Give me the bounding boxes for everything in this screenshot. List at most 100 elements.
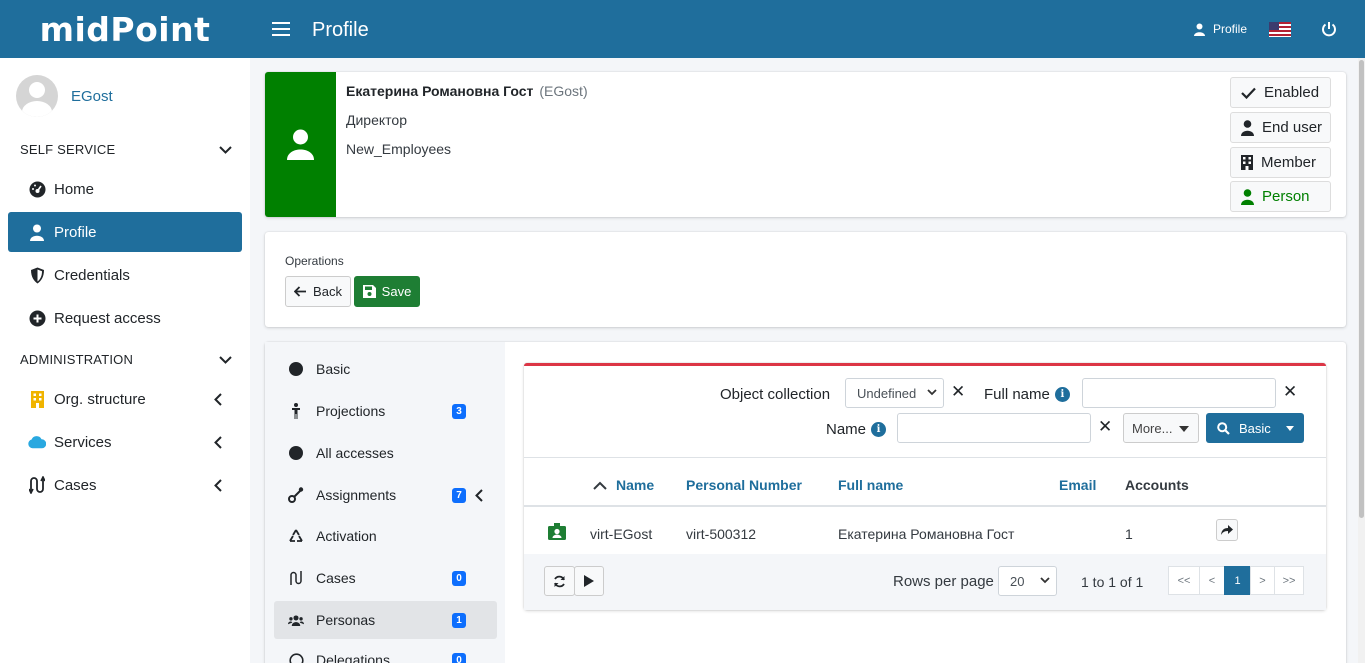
power-icon[interactable]	[1321, 21, 1337, 37]
column-header-name[interactable]: Name	[593, 477, 654, 493]
plus-circle-icon	[28, 309, 46, 327]
tab-label: All accesses	[316, 445, 394, 461]
tab-label: Personas	[316, 612, 376, 628]
sidebar-item-label: Org. structure	[54, 390, 146, 408]
recycle-icon	[288, 529, 304, 544]
pager-page-1[interactable]: 1	[1224, 566, 1251, 595]
object-collection-select[interactable]: Undefined	[845, 378, 944, 408]
name-label: Name i	[826, 421, 887, 438]
operations-label: Operations	[285, 254, 344, 268]
avatar	[16, 75, 58, 117]
circle-icon	[288, 362, 304, 376]
column-header-full-name[interactable]: Full name	[838, 477, 903, 493]
top-profile-label: Profile	[1212, 22, 1247, 36]
sidebar-item-services[interactable]: Services	[8, 422, 242, 462]
basic-label: Basic	[1239, 420, 1271, 436]
badge-label: Enabled	[1264, 84, 1320, 101]
sidebar-item-credentials[interactable]: Credentials	[8, 255, 242, 295]
tab-basic[interactable]: Basic	[274, 350, 497, 388]
us-flag-icon[interactable]	[1269, 21, 1291, 37]
column-label: Name	[616, 477, 655, 493]
more-filters-button[interactable]: More...	[1123, 413, 1199, 443]
basic-search-button[interactable]: Basic	[1206, 413, 1304, 443]
end-user-badge[interactable]: End user	[1230, 112, 1331, 143]
nav-header-self-service[interactable]: SELF SERVICE	[20, 142, 232, 157]
shield-icon	[28, 266, 46, 284]
sidebar: EGost SELF SERVICE Home Profile Credenti…	[0, 58, 250, 663]
building-icon	[1241, 155, 1253, 170]
top-profile-link[interactable]: Profile	[1193, 22, 1247, 36]
page-scrollbar[interactable]	[1358, 58, 1365, 663]
info-icon[interactable]: i	[871, 422, 887, 437]
full-name-input[interactable]	[1082, 378, 1276, 408]
chevron-left-icon	[214, 435, 222, 449]
check-icon	[1241, 87, 1256, 99]
tab-activation[interactable]: Activation	[274, 517, 497, 555]
sidebar-item-org-structure[interactable]: Org. structure	[8, 379, 242, 419]
tab-label: Projections	[316, 403, 386, 419]
cloud-icon	[28, 433, 46, 451]
sidebar-item-profile[interactable]: Profile	[8, 212, 242, 252]
rows-per-page-select[interactable]: 20	[998, 566, 1057, 596]
tab-delegations[interactable]: Delegations 0	[274, 641, 497, 663]
sidebar-item-label: Home	[54, 180, 95, 198]
pager-next[interactable]: >	[1250, 566, 1275, 595]
cell-name[interactable]: virt-EGost	[590, 526, 652, 542]
sidebar-item-request-access[interactable]: Request access	[8, 298, 242, 338]
scrollbar-thumb[interactable]	[1359, 60, 1364, 518]
chevron-left-icon	[214, 478, 222, 492]
member-badge[interactable]: Member	[1230, 147, 1331, 178]
pager-prev[interactable]: <	[1199, 566, 1225, 595]
info-icon[interactable]: i	[1054, 387, 1070, 402]
tab-projections[interactable]: Projections 3	[274, 392, 497, 430]
cell-accounts: 1	[1125, 526, 1133, 542]
badge-label: Member	[1261, 154, 1317, 171]
users-icon	[288, 614, 304, 627]
tab-assignments[interactable]: Assignments 7	[274, 476, 497, 514]
badge-label: Person	[1262, 188, 1310, 205]
clear-full-name-icon[interactable]: ✕	[1283, 382, 1297, 402]
object-collection-value: Undefined	[857, 385, 917, 401]
sidebar-user-name[interactable]: EGost	[71, 88, 113, 105]
tab-count-badge: 3	[452, 403, 466, 419]
object-name: Екатерина Романовна Гост (EGost)	[346, 83, 588, 99]
full-name-label-text: Full name	[984, 386, 1050, 403]
nav-header-label: SELF SERVICE	[20, 142, 116, 157]
more-label: More...	[1132, 420, 1173, 436]
column-header-personal-number[interactable]: Personal Number	[686, 477, 802, 493]
clear-name-icon[interactable]: ✕	[1098, 417, 1112, 437]
nav-header-administration[interactable]: ADMINISTRATION	[20, 352, 232, 367]
name-label-text: Name	[826, 421, 867, 438]
play-button[interactable]	[574, 566, 604, 596]
back-button[interactable]: Back	[285, 276, 351, 307]
refresh-button[interactable]	[544, 566, 575, 596]
sidebar-item-cases[interactable]: Cases	[8, 465, 242, 505]
column-header-email[interactable]: Email	[1059, 477, 1096, 493]
name-input[interactable]	[897, 413, 1091, 443]
pagination-range: 1 to 1 of 1	[1081, 574, 1144, 590]
tab-all-accesses[interactable]: All accesses	[274, 434, 497, 472]
pager-last[interactable]: >>	[1274, 566, 1304, 595]
sidebar-item-label: Request access	[54, 309, 161, 327]
enabled-badge[interactable]: Enabled	[1230, 77, 1331, 108]
cases-icon	[28, 476, 46, 494]
tab-label: Assignments	[316, 487, 397, 503]
chevron-down-icon	[1040, 577, 1050, 584]
sidebar-item-home[interactable]: Home	[8, 169, 242, 209]
user-panel[interactable]: EGost	[16, 75, 113, 117]
tab-label: Delegations	[316, 652, 390, 663]
pager-first[interactable]: <<	[1168, 566, 1200, 595]
save-button[interactable]: Save	[354, 276, 420, 307]
tab-personas[interactable]: Personas 1	[274, 601, 497, 639]
midpoint-logo[interactable]: midPoint	[0, 0, 250, 58]
tab-cases[interactable]: Cases 0	[274, 559, 497, 597]
circle-outline-icon	[288, 652, 304, 663]
arrow-left-icon	[294, 286, 307, 297]
cell-full-name: Екатерина Романовна Гост	[838, 526, 1015, 542]
user-icon	[1241, 188, 1254, 205]
row-action-button[interactable]	[1216, 519, 1238, 541]
object-type-icon-box	[265, 72, 336, 217]
person-badge[interactable]: Person	[1230, 181, 1331, 212]
sidebar-toggle-icon[interactable]	[272, 18, 290, 40]
clear-object-collection-icon[interactable]: ✕	[951, 382, 965, 402]
